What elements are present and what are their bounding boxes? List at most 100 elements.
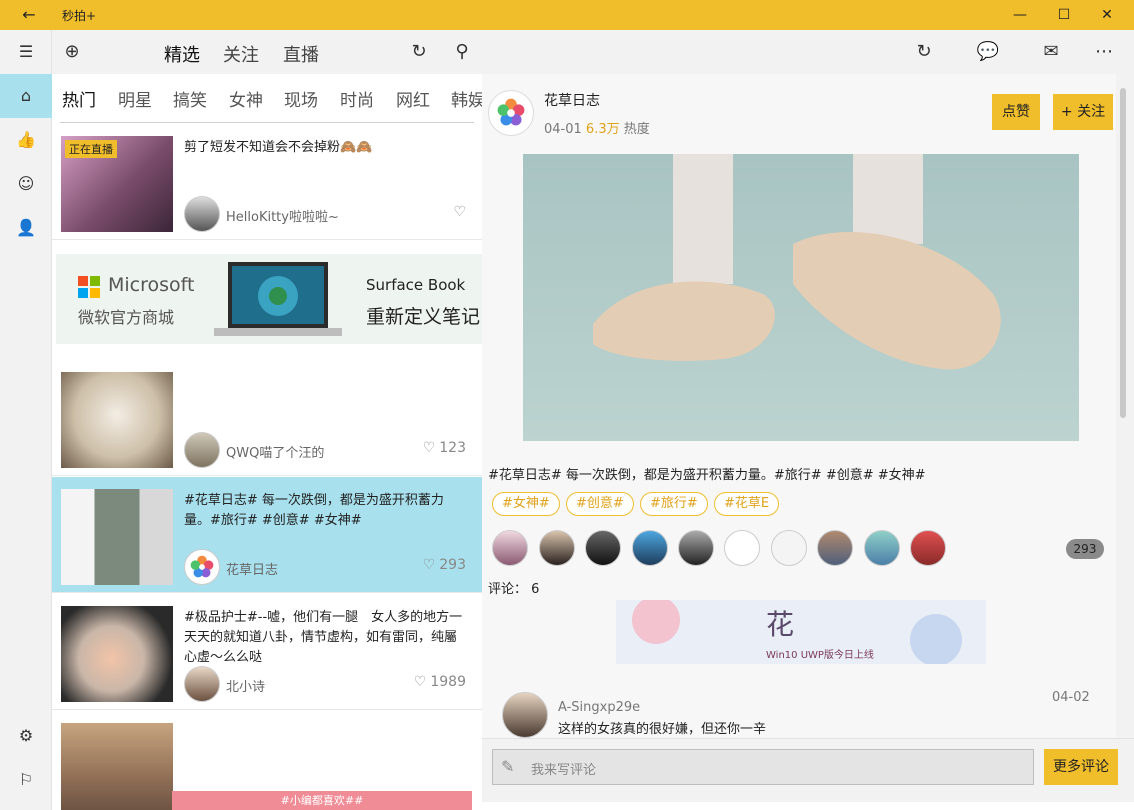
- refresh-icon[interactable]: ↻: [910, 38, 938, 66]
- like-button[interactable]: ♡ 123: [423, 440, 466, 456]
- home-icon[interactable]: ⌂: [0, 74, 52, 118]
- back-button[interactable]: ←: [14, 4, 44, 26]
- tab-featured[interactable]: 精选: [164, 41, 200, 67]
- avatar[interactable]: [184, 549, 220, 585]
- video-thumbnail[interactable]: 正在直播: [61, 136, 173, 232]
- category-goddess[interactable]: 女神: [229, 86, 263, 111]
- liker-avatar[interactable]: [492, 530, 528, 566]
- scrollbar-thumb[interactable]: [1120, 88, 1126, 418]
- comment-text: 这样的女孩真的很好嫌，但还你一辛: [558, 722, 767, 737]
- video-thumbnail[interactable]: [61, 489, 173, 585]
- svg-text:花: 花: [766, 608, 794, 641]
- comment-icon[interactable]: 💬: [974, 38, 1002, 66]
- like-count: 1989: [430, 674, 466, 690]
- like-button[interactable]: 点赞: [992, 94, 1040, 130]
- post-author[interactable]: QWQ喵了个汪的: [226, 442, 324, 461]
- feed-item[interactable]: 正在直播 剪了短发不知道会不会掉粉🙈🙈 HelloKitty啦啦啦~ ♡: [52, 124, 482, 240]
- tag-chip[interactable]: #女神#: [492, 492, 560, 516]
- like-button[interactable]: ♡ 1989: [414, 674, 466, 690]
- video-thumbnail[interactable]: [61, 606, 173, 702]
- category-korean[interactable]: 韩娱: [451, 86, 482, 111]
- video-thumbnail[interactable]: [61, 372, 173, 468]
- title-bar: ← 秒拍+ — ☐ ✕: [0, 0, 1134, 30]
- ad-banner[interactable]: Microsoft 微软官方商城 Surface Book 重新定义笔记: [56, 254, 482, 344]
- flag-icon[interactable]: ⚐: [0, 758, 52, 802]
- post-author[interactable]: HelloKitty啦啦啦~: [226, 206, 339, 225]
- comments-count: 6: [531, 582, 540, 597]
- maximize-button[interactable]: ☐: [1041, 0, 1087, 30]
- promo-image: 花 Win10 UWP版今日上线: [616, 600, 986, 664]
- tab-live[interactable]: 直播: [283, 41, 319, 67]
- post-caption-strip: #小编都喜欢##: [172, 791, 472, 810]
- feed-item[interactable]: QWQ喵了个汪的 ♡ 123: [52, 360, 482, 476]
- detail-scrollbar[interactable]: [1116, 74, 1134, 738]
- avatar[interactable]: [184, 432, 220, 468]
- tag-chip[interactable]: #旅行#: [640, 492, 708, 516]
- promo-text: Win10 UWP版今日上线: [766, 648, 874, 661]
- promo-banner[interactable]: 花 Win10 UWP版今日上线: [616, 600, 986, 664]
- video-player[interactable]: [523, 154, 1079, 441]
- thumbs-up-icon[interactable]: 👍: [0, 118, 52, 162]
- ad-brand: Microsoft: [108, 274, 195, 296]
- more-icon[interactable]: ⋯: [1090, 38, 1118, 66]
- liker-avatar[interactable]: [910, 530, 946, 566]
- minimize-button[interactable]: —: [997, 0, 1043, 30]
- share-icon[interactable]: ✉: [1037, 38, 1065, 66]
- post-text: 剪了短发不知道会不会掉粉🙈🙈: [184, 140, 373, 155]
- post-author[interactable]: 北小诗: [226, 676, 265, 695]
- category-live-scene[interactable]: 现场: [284, 86, 318, 111]
- category-hot[interactable]: 热门: [62, 86, 96, 111]
- avatar[interactable]: [184, 196, 220, 232]
- microsoft-logo-icon: [78, 276, 100, 298]
- liker-avatar[interactable]: [724, 530, 760, 566]
- ad-store: 微软官方商城: [78, 308, 175, 327]
- liker-avatar[interactable]: [864, 530, 900, 566]
- category-bar: 热门 明星 搞笑 女神 现场 时尚 网红 韩娱: [52, 74, 482, 120]
- post-caption: #花草日志# 每一次跌倒，都是为盛开积蓄力量。#旅行# #创意# #女神#: [488, 468, 926, 483]
- author-avatar[interactable]: [488, 90, 534, 136]
- post-author[interactable]: 花草日志: [226, 559, 278, 578]
- like-button[interactable]: ♡ 293: [423, 557, 466, 573]
- comments-label: 评论：: [488, 582, 528, 597]
- feed-item[interactable]: #小编都喜欢##: [52, 711, 482, 810]
- laptop-image: [214, 262, 342, 336]
- category-fashion[interactable]: 时尚: [340, 86, 374, 111]
- emoji-icon[interactable]: ☺: [0, 162, 52, 206]
- person-icon[interactable]: 👤: [0, 206, 52, 250]
- category-stars[interactable]: 明星: [118, 86, 152, 111]
- refresh-icon[interactable]: ↻: [405, 38, 433, 66]
- feed-item[interactable]: #极品护士#--嘘，他们有一腿 女人多的地方一天天的就知道八卦，情节虚构，如有雷…: [52, 594, 482, 710]
- more-comments-button[interactable]: 更多评论: [1044, 749, 1118, 785]
- post-meta: 04-01 6.3万 热度: [544, 118, 650, 137]
- commenter-name[interactable]: A-Singxp29e: [558, 700, 640, 715]
- menu-icon[interactable]: ☰: [0, 30, 52, 74]
- category-funny[interactable]: 搞笑: [173, 86, 207, 111]
- tab-following[interactable]: 关注: [223, 41, 259, 67]
- liker-avatar[interactable]: [585, 530, 621, 566]
- category-influencer[interactable]: 网红: [396, 86, 430, 111]
- author-name[interactable]: 花草日志: [544, 90, 600, 110]
- avatar[interactable]: [184, 666, 220, 702]
- tag-chip[interactable]: #创意#: [566, 492, 634, 516]
- liker-avatar[interactable]: [539, 530, 575, 566]
- commenter-avatar[interactable]: [502, 692, 548, 738]
- liker-avatar[interactable]: [632, 530, 668, 566]
- follow-button[interactable]: + 关注: [1053, 94, 1113, 130]
- liker-avatar[interactable]: [771, 530, 807, 566]
- comment-input[interactable]: ✎ 我来写评论: [492, 749, 1034, 785]
- like-count: 293: [439, 557, 466, 573]
- video-feed[interactable]: 正在直播 剪了短发不知道会不会掉粉🙈🙈 HelloKitty啦啦啦~ ♡ Mic…: [52, 124, 482, 810]
- like-button[interactable]: ♡: [453, 204, 466, 220]
- liker-avatar[interactable]: [817, 530, 853, 566]
- search-icon[interactable]: ⚲: [448, 38, 476, 66]
- feed-item-selected[interactable]: #花草日志# 每一次跌倒，都是为盛开积蓄力量。#旅行# #创意# #女神# 花草…: [52, 477, 482, 593]
- add-user-icon[interactable]: ⊕: [58, 38, 86, 66]
- settings-icon[interactable]: ⚙: [0, 714, 52, 758]
- liker-avatar[interactable]: [678, 530, 714, 566]
- tag-chip[interactable]: #花草E: [714, 492, 780, 516]
- heart-icon: ♡: [422, 440, 436, 456]
- video-thumbnail[interactable]: [61, 723, 173, 810]
- ad-tagline: 重新定义笔记: [366, 306, 481, 328]
- close-button[interactable]: ✕: [1084, 0, 1130, 30]
- post-text: #花草日志# 每一次跌倒，都是为盛开积蓄力量。#旅行# #创意# #女神#: [184, 493, 444, 528]
